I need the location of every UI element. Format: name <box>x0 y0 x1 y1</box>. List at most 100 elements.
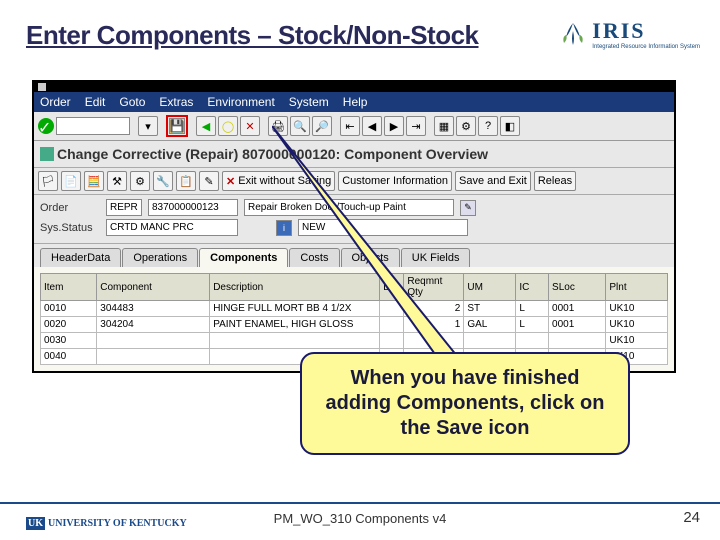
table-row[interactable]: 0020 304204 PAINT ENAMEL, HIGH GLOSS 1 G… <box>41 317 668 333</box>
menu-extras[interactable]: Extras <box>159 95 193 109</box>
col-component[interactable]: Component <box>97 274 210 301</box>
cell-item[interactable]: 0030 <box>41 333 97 349</box>
toolbar: ✓ ▾ 💾 ◀ ◯ ✕ 🖨 🔍 🔎 ⇤ ◀ ▶ ⇥ ▦ ⚙ ? ◧ <box>34 112 674 141</box>
table-row[interactable]: 0010 304483 HINGE FULL MORT BB 4 1/2X 2 … <box>41 301 668 317</box>
layout-icon[interactable]: ◧ <box>500 116 520 136</box>
back-icon[interactable]: ◀ <box>196 116 216 136</box>
edit-icon[interactable]: ✎ <box>199 171 219 191</box>
col-description[interactable]: Description <box>210 274 380 301</box>
screen-title-text: Change Corrective (Repair) 807000000120:… <box>57 146 488 162</box>
tab-objects[interactable]: Objects <box>341 248 400 267</box>
cell-l[interactable] <box>380 301 404 317</box>
cell-um[interactable]: GAL <box>464 317 516 333</box>
first-page-icon[interactable]: ⇤ <box>340 116 360 136</box>
cell-um[interactable] <box>464 333 516 349</box>
order-number-field[interactable]: 837000000123 <box>148 199 238 216</box>
cell-description[interactable]: HINGE FULL MORT BB 4 1/2X <box>210 301 380 317</box>
enter-icon[interactable]: ✓ <box>38 118 54 134</box>
shortcut-icon[interactable]: ⚙ <box>456 116 476 136</box>
exit-no-save-button[interactable]: ✕ Exit without Saving <box>222 171 335 191</box>
last-page-icon[interactable]: ⇥ <box>406 116 426 136</box>
menu-environment[interactable]: Environment <box>207 95 274 109</box>
save-icon: 💾 <box>169 118 185 134</box>
tab-components[interactable]: Components <box>199 248 288 267</box>
prev-page-icon[interactable]: ◀ <box>362 116 382 136</box>
tool2-icon[interactable]: ⚙ <box>130 171 150 191</box>
cell-description[interactable]: PAINT ENAMEL, HIGH GLOSS <box>210 317 380 333</box>
list-icon[interactable]: 📋 <box>176 171 196 191</box>
col-sloc[interactable]: SLoc <box>549 274 606 301</box>
cell-item[interactable]: 0040 <box>41 349 97 365</box>
menu-goto[interactable]: Goto <box>119 95 145 109</box>
cell-item[interactable]: 0020 <box>41 317 97 333</box>
col-plnt[interactable]: Plnt <box>606 274 668 301</box>
col-ic[interactable]: IC <box>516 274 549 301</box>
cell-sloc[interactable]: 0001 <box>549 317 606 333</box>
cell-description[interactable] <box>210 333 380 349</box>
tab-ukfields[interactable]: UK Fields <box>401 248 471 267</box>
order-type-field[interactable]: REPR <box>106 199 142 216</box>
cell-item[interactable]: 0010 <box>41 301 97 317</box>
dropdown-icon[interactable]: ▾ <box>138 116 158 136</box>
order-edit-icon[interactable]: ✎ <box>460 200 476 216</box>
menu-help[interactable]: Help <box>343 95 368 109</box>
tool3-icon[interactable]: 🔧 <box>153 171 173 191</box>
status-info-icon[interactable]: i <box>276 220 292 236</box>
cell-qty[interactable]: 2 <box>404 301 464 317</box>
col-l[interactable]: L <box>380 274 404 301</box>
menu-edit[interactable]: Edit <box>85 95 106 109</box>
col-um[interactable]: UM <box>464 274 516 301</box>
command-field[interactable] <box>56 117 130 135</box>
cell-sloc[interactable] <box>549 333 606 349</box>
sys-status-field: CRTD MANC PRC <box>106 219 238 236</box>
cell-component[interactable] <box>97 333 210 349</box>
release-button[interactable]: Releas <box>534 171 576 191</box>
order-desc-field[interactable]: Repair Broken Door/Touch-up Paint <box>244 199 454 216</box>
cell-um[interactable]: ST <box>464 301 516 317</box>
new-session-icon[interactable]: ▦ <box>434 116 454 136</box>
cell-ic[interactable] <box>516 333 549 349</box>
next-page-icon[interactable]: ▶ <box>384 116 404 136</box>
tab-headerdata[interactable]: HeaderData <box>40 248 121 267</box>
col-item[interactable]: Item <box>41 274 97 301</box>
cell-plnt[interactable]: UK10 <box>606 333 668 349</box>
sap-window: Order Edit Goto Extras Environment Syste… <box>32 80 676 373</box>
tab-costs[interactable]: Costs <box>289 248 339 267</box>
exit-icon[interactable]: ◯ <box>218 116 238 136</box>
cell-component[interactable]: 304483 <box>97 301 210 317</box>
save-and-exit-button[interactable]: Save and Exit <box>455 171 531 191</box>
flag-icon[interactable]: 🏳 <box>38 171 58 191</box>
action-bar: 🏳 📄 🧮 ⚒ ⚙ 🔧 📋 ✎ ✕ Exit without Saving Cu… <box>34 168 674 195</box>
customer-info-button[interactable]: Customer Information <box>338 171 452 191</box>
tab-operations[interactable]: Operations <box>122 248 198 267</box>
find-icon[interactable]: 🔍 <box>290 116 310 136</box>
save-button[interactable]: 💾 <box>166 115 188 137</box>
cell-l[interactable] <box>380 317 404 333</box>
cell-qty[interactable]: 1 <box>404 317 464 333</box>
footer-divider <box>0 502 720 504</box>
cell-qty[interactable] <box>404 333 464 349</box>
calc-icon[interactable]: 🧮 <box>84 171 104 191</box>
cell-sloc[interactable]: 0001 <box>549 301 606 317</box>
table-row[interactable]: 0030 UK10 <box>41 333 668 349</box>
window-titlebar <box>34 82 674 92</box>
col-reqmnt-qty[interactable]: Reqmnt Qty <box>404 274 464 301</box>
cell-l[interactable] <box>380 333 404 349</box>
help-icon[interactable]: ? <box>478 116 498 136</box>
cancel-icon[interactable]: ✕ <box>240 116 260 136</box>
footer-text: PM_WO_310 Components v4 <box>274 511 447 526</box>
cell-component[interactable]: 304204 <box>97 317 210 333</box>
menu-system[interactable]: System <box>289 95 329 109</box>
doc-icon[interactable]: 📄 <box>61 171 81 191</box>
tool1-icon[interactable]: ⚒ <box>107 171 127 191</box>
cell-plnt[interactable]: UK10 <box>606 317 668 333</box>
cell-component[interactable] <box>97 349 210 365</box>
cell-ic[interactable]: L <box>516 317 549 333</box>
cell-ic[interactable]: L <box>516 301 549 317</box>
cell-plnt[interactable]: UK10 <box>606 301 668 317</box>
screen-title-icon <box>40 147 54 161</box>
print-icon[interactable]: 🖨 <box>268 116 288 136</box>
menu-order[interactable]: Order <box>40 95 71 109</box>
iris-logo-tagline: Integrated Resource Information System <box>592 44 700 50</box>
find-next-icon[interactable]: 🔎 <box>312 116 332 136</box>
